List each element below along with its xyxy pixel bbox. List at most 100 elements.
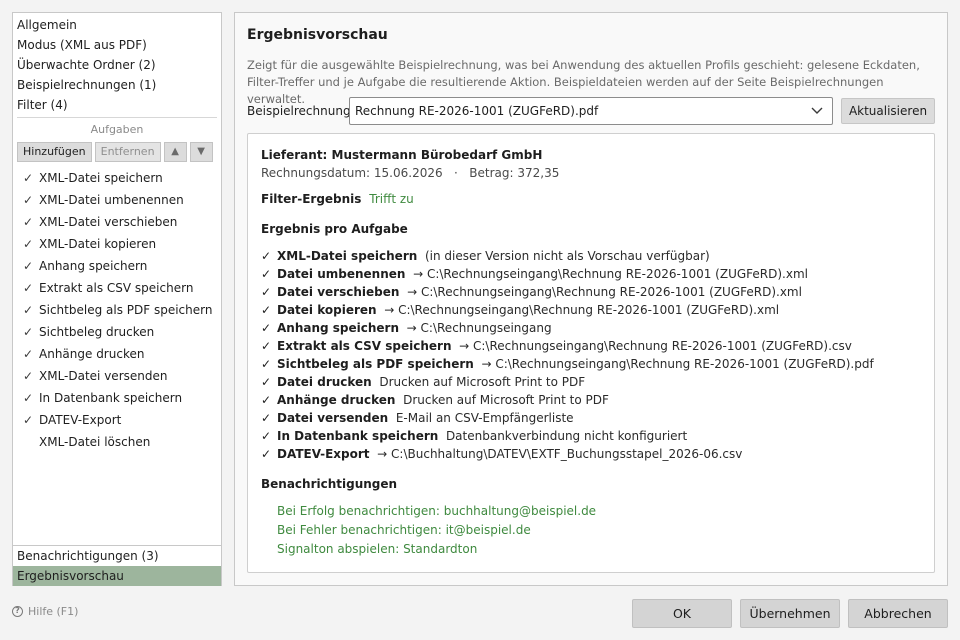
nav-bottom-section: Benachrichtigungen (3) Ergebnisvorschau [13,545,221,586]
check-icon: ✓ [261,375,272,389]
task-result-row: ✓ Extrakt als CSV speichern → C:\Rechnung… [261,337,852,355]
task-result-row: ✓ Sichtbeleg als PDF speichern → C:\Rechn… [261,355,874,373]
task-label: XML-Datei kopieren [39,237,157,251]
check-icon: ✓ [261,339,272,353]
check-icon: ✓ [23,303,34,317]
task-result-detail: → C:\Rechnungseingang\Rechnung RE-2026-1… [459,339,852,353]
task-result-row: ✓ Datei verschieben → C:\Rechnungseingang… [261,283,802,301]
task-result-detail: → C:\Rechnungseingang\Rechnung RE-2026-1… [481,357,874,371]
preview-panel: Ergebnisvorschau Zeigt für die ausgewähl… [234,12,948,586]
task-result-name: In Datenbank speichern [277,429,439,443]
task-result-name: Datei umbenennen [277,267,406,281]
notification-line: Bei Fehler benachrichtigen: it@beispiel.… [277,523,531,537]
invoice-meta-line: Rechnungsdatum: 15.06.2026 · Betrag: 372… [261,166,560,180]
task-result-detail: → C:\Rechnungseingang\Rechnung RE-2026-1… [384,303,780,317]
task-item[interactable]: ✓ XML-Datei versenden [13,365,221,387]
task-item[interactable]: ✓ DATEV-Export [13,409,221,431]
task-result-row: ✓ Anhang speichern → C:\Rechnungseingang [261,319,552,337]
notifications-heading: Benachrichtigungen [261,477,398,491]
check-icon: ✓ [23,215,34,229]
check-icon: ✓ [23,369,34,383]
move-up-button[interactable]: ▲ [163,142,187,162]
task-result-detail: → C:\Rechnungseingang\Rechnung RE-2026-1… [407,285,802,299]
help-label: Hilfe (F1) [28,605,79,618]
supplier-line: Lieferant: Mustermann Bürobedarf GmbH [261,148,543,162]
cancel-button[interactable]: Abbrechen [848,599,948,628]
task-item[interactable]: XML-Datei löschen [13,431,221,453]
task-label: XML-Datei verschieben [39,215,178,229]
tasks-header: Aufgaben [90,123,144,136]
add-task-button[interactable]: Hinzufügen [17,142,92,162]
check-icon: ✓ [23,237,34,251]
help-link[interactable]: ? Hilfe (F1) [12,605,78,618]
refresh-button[interactable]: Aktualisieren [841,98,935,124]
task-result-row: ✓ Anhänge drucken Drucken auf Microsoft P… [261,391,609,409]
nav-item-allgemein[interactable]: Allgemein [13,15,221,35]
task-item[interactable]: ✓ Anhänge drucken [13,343,221,365]
task-item[interactable]: ✓ XML-Datei verschieben [13,211,221,233]
help-icon: ? [12,606,23,617]
check-icon: ✓ [261,357,272,371]
check-icon: ✓ [261,429,272,443]
check-icon: ✓ [261,321,272,335]
nav-item-filter[interactable]: Filter (4) [13,95,221,115]
task-result-row: ✓ In Datenbank speichern Datenbankverbind… [261,427,687,445]
task-result-detail: Datenbankverbindung nicht konfiguriert [445,429,688,443]
filter-result-value: Trifft zu [369,192,414,206]
task-item[interactable]: ✓ XML-Datei kopieren [13,233,221,255]
check-icon: ✓ [23,325,34,339]
task-label: In Datenbank speichern [39,391,183,405]
nav-item-modus[interactable]: Modus (XML aus PDF) [13,35,221,55]
check-icon: ✓ [261,249,272,263]
task-item[interactable]: ✓ In Datenbank speichern [13,387,221,409]
move-down-button[interactable]: ▼ [189,142,213,162]
nav-item-ergebnisvorschau[interactable]: Ergebnisvorschau [13,566,221,586]
task-result-detail: Drucken auf Microsoft Print to PDF [379,375,586,389]
task-item[interactable]: ✓ Sichtbeleg als PDF speichern [13,299,221,321]
task-item[interactable]: ✓ XML-Datei speichern [13,167,221,189]
task-result-name: XML-Datei speichern [277,249,418,263]
task-item[interactable]: ✓ Sichtbeleg drucken [13,321,221,343]
nav-item-ueberwachte-ordner[interactable]: Überwachte Ordner (2) [13,55,221,75]
task-result-detail: → C:\Rechnungseingang\Rechnung RE-2026-1… [413,267,808,281]
task-result-name: DATEV-Export [277,447,370,461]
result-preview-box: Lieferant: Mustermann Bürobedarf GmbH Re… [247,133,935,573]
nav-item-beispielrechnungen[interactable]: Beispielrechnungen (1) [13,75,221,95]
task-item[interactable]: ✓ XML-Datei umbenennen [13,189,221,211]
task-result-detail: E-Mail an CSV-Empfängerliste [395,411,574,425]
check-icon: ✓ [23,391,34,405]
check-icon: ✓ [23,413,34,427]
task-label: XML-Datei umbenennen [39,193,184,207]
task-list: ✓ XML-Datei speichern ✓ XML-Datei umbenenn… [13,167,221,453]
task-result-detail: → C:\Buchhaltung\DATEV\EXTF_Buchungsstap… [377,447,743,461]
task-result-name: Datei verschieben [277,285,400,299]
task-item[interactable]: ✓ Anhang speichern [13,255,221,277]
check-icon: ✓ [23,281,34,295]
task-result-detail: Drucken auf Microsoft Print to PDF [403,393,609,407]
notification-line: Bei Erfolg benachrichtigen: buchhaltung@… [277,504,597,518]
task-label: XML-Datei speichern [39,171,163,185]
task-item[interactable]: ✓ Extrakt als CSV speichern [13,277,221,299]
task-result-row: ✓ Datei kopieren → C:\Rechnungseingang\Re… [261,301,779,319]
example-invoice-value: Rechnung RE-2026-1001 (ZUGFeRD).pdf [355,104,599,118]
settings-navigation: Allgemein Modus (XML aus PDF) Überwachte… [12,12,222,586]
task-result-name: Anhänge drucken [277,393,396,407]
task-result-row: ✓ XML-Datei speichern (in dieser Version … [261,247,710,265]
task-label: Sichtbeleg drucken [39,325,155,339]
ok-button[interactable]: OK [632,599,732,628]
example-invoice-select[interactable]: Rechnung RE-2026-1001 (ZUGFeRD).pdf [349,97,833,125]
check-icon: ✓ [23,347,34,361]
task-result-name: Anhang speichern [277,321,400,335]
task-result-row: ✓ Datei umbenennen → C:\Rechnungseingang\… [261,265,808,283]
remove-task-button[interactable]: Entfernen [94,142,161,162]
nav-item-benachrichtigungen[interactable]: Benachrichtigungen (3) [13,546,221,566]
task-result-row: ✓ Datei drucken Drucken auf Microsoft Pri… [261,373,585,391]
task-label: XML-Datei löschen [39,435,151,449]
task-label: Sichtbeleg als PDF speichern [39,303,213,317]
check-icon: ✓ [261,267,272,281]
task-result-name: Datei kopieren [277,303,377,317]
apply-button[interactable]: Übernehmen [740,599,840,628]
notification-line: Signalton abspielen: Standardton [277,542,478,556]
task-result-name: Extrakt als CSV speichern [277,339,452,353]
task-label: DATEV-Export [39,413,122,427]
